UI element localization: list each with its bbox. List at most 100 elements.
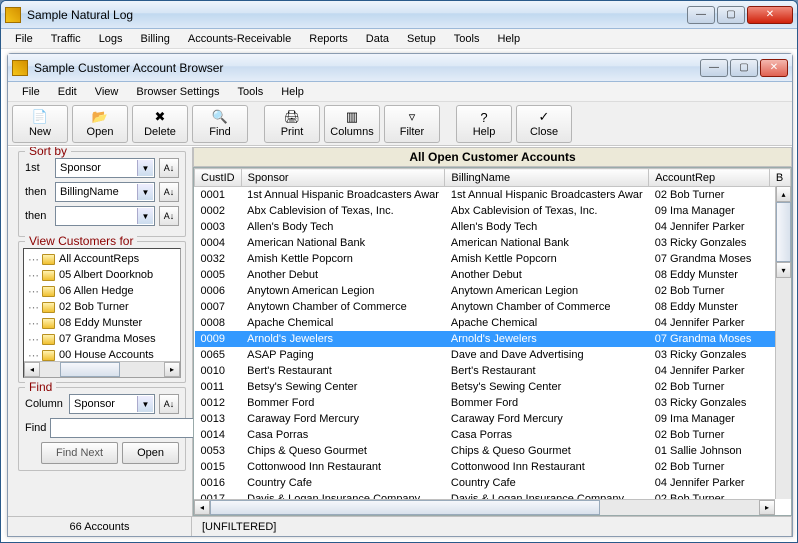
chevron-down-icon[interactable]: ▼ <box>137 208 153 224</box>
close-button[interactable]: ✓Close <box>516 105 572 143</box>
table-row[interactable]: 0005Another DebutAnother Debut08 Eddy Mu… <box>195 267 791 283</box>
menu-help[interactable]: Help <box>273 84 312 100</box>
inner-minimize-button[interactable]: — <box>700 59 728 77</box>
col-sponsor[interactable]: Sponsor <box>241 169 445 187</box>
folder-icon <box>42 254 55 265</box>
menu-reports[interactable]: Reports <box>301 31 356 47</box>
scroll-thumb[interactable] <box>776 202 791 262</box>
menu-edit[interactable]: Edit <box>50 84 85 100</box>
col-billingname[interactable]: BillingName <box>445 169 649 187</box>
app-icon <box>5 7 21 23</box>
tree-item[interactable]: ⋯06 Allen Hedge <box>26 283 178 299</box>
maximize-button[interactable]: ▢ <box>717 6 745 24</box>
scroll-thumb[interactable] <box>60 362 120 377</box>
scroll-left-icon[interactable]: ◂ <box>194 500 210 515</box>
menu-file[interactable]: File <box>14 84 48 100</box>
table-row[interactable]: 0015Cottonwood Inn RestaurantCottonwood … <box>195 459 791 475</box>
table-row[interactable]: 00011st Annual Hispanic Broadcasters Awa… <box>195 187 791 203</box>
chevron-down-icon[interactable]: ▼ <box>137 396 153 412</box>
grid-hscrollbar[interactable]: ◂ ▸ <box>194 499 775 515</box>
chevron-down-icon[interactable]: ▼ <box>137 184 153 200</box>
columns-button[interactable]: ▥Columns <box>324 105 380 143</box>
tree-item[interactable]: ⋯05 Albert Doorknob <box>26 267 178 283</box>
sort-order-button-2[interactable]: A↓ <box>159 206 179 226</box>
sort-combo-0[interactable]: Sponsor▼ <box>55 158 155 178</box>
grid-vscrollbar[interactable]: ▴ ▾ <box>775 186 791 499</box>
scroll-right-icon[interactable]: ▸ <box>164 362 180 377</box>
find-next-button[interactable]: Find Next <box>41 442 118 464</box>
new-button[interactable]: 📄New <box>12 105 68 143</box>
table-row[interactable]: 0007Anytown Chamber of CommerceAnytown C… <box>195 299 791 315</box>
tree-item[interactable]: ⋯All AccountReps <box>26 251 178 267</box>
close-button[interactable]: ✕ <box>747 6 793 24</box>
table-row[interactable]: 0009Arnold's JewelersArnold's Jewelers07… <box>195 331 791 347</box>
tree-hscrollbar[interactable]: ◂ ▸ <box>24 361 180 377</box>
table-row[interactable]: 0014Casa PorrasCasa Porras02 Bob Turner <box>195 427 791 443</box>
tree-item[interactable]: ⋯08 Eddy Munster <box>26 315 178 331</box>
table-row[interactable]: 0053Chips & Queso GourmetChips & Queso G… <box>195 443 791 459</box>
find-column-combo[interactable]: Sponsor ▼ <box>69 394 155 414</box>
find-button[interactable]: 🔍Find <box>192 105 248 143</box>
menu-file[interactable]: File <box>7 31 41 47</box>
find-legend: Find <box>25 380 56 394</box>
table-row[interactable]: 0016Country CafeCountry Cafe04 Jennifer … <box>195 475 791 491</box>
sort-order-button-0[interactable]: A↓ <box>159 158 179 178</box>
outer-titlebar[interactable]: Sample Natural Log — ▢ ✕ <box>1 1 797 29</box>
menu-browser-settings[interactable]: Browser Settings <box>128 84 227 100</box>
help-button[interactable]: ?Help <box>456 105 512 143</box>
table-row[interactable]: 0002Abx Cablevision of Texas, Inc.Abx Ca… <box>195 203 791 219</box>
inner-close-button[interactable]: ✕ <box>760 59 788 77</box>
sort-order-button-1[interactable]: A↓ <box>159 182 179 202</box>
scroll-right-icon[interactable]: ▸ <box>759 500 775 515</box>
menu-logs[interactable]: Logs <box>91 31 131 47</box>
folder-icon <box>42 270 55 281</box>
col-custid[interactable]: CustID <box>195 169 242 187</box>
table-row[interactable]: 0008Apache ChemicalApache Chemical04 Jen… <box>195 315 791 331</box>
scroll-thumb[interactable] <box>210 500 600 515</box>
menu-tools[interactable]: Tools <box>230 84 272 100</box>
print-button[interactable]: 🖨Print <box>264 105 320 143</box>
table-row[interactable]: 0006Anytown American LegionAnytown Ameri… <box>195 283 791 299</box>
scroll-left-icon[interactable]: ◂ <box>24 362 40 377</box>
tree-item[interactable]: ⋯07 Grandma Moses <box>26 331 178 347</box>
menu-data[interactable]: Data <box>358 31 397 47</box>
menu-setup[interactable]: Setup <box>399 31 444 47</box>
delete-button[interactable]: ✖Delete <box>132 105 188 143</box>
col-b[interactable]: B <box>769 169 790 187</box>
sort-combo-2[interactable]: ▼ <box>55 206 155 226</box>
scroll-down-icon[interactable]: ▾ <box>776 262 791 278</box>
table-row[interactable]: 0013Caraway Ford MercuryCaraway Ford Mer… <box>195 411 791 427</box>
menu-traffic[interactable]: Traffic <box>43 31 89 47</box>
accountrep-tree[interactable]: ⋯All AccountReps⋯05 Albert Doorknob⋯06 A… <box>23 248 181 378</box>
table-row[interactable]: 0065ASAP PagingDave and Dave Advertising… <box>195 347 791 363</box>
table-row[interactable]: 0032Amish Kettle PopcornAmish Kettle Pop… <box>195 251 791 267</box>
table-row[interactable]: 0004American National BankAmerican Natio… <box>195 235 791 251</box>
table-row[interactable]: 0010Bert's RestaurantBert's Restaurant04… <box>195 363 791 379</box>
minimize-button[interactable]: — <box>687 6 715 24</box>
tree-item[interactable]: ⋯02 Bob Turner <box>26 299 178 315</box>
grid[interactable]: CustIDSponsorBillingNameAccountRepB 0001… <box>193 167 792 516</box>
col-accountrep[interactable]: AccountRep <box>649 169 770 187</box>
sort-combo-1[interactable]: BillingName▼ <box>55 182 155 202</box>
menu-tools[interactable]: Tools <box>446 31 488 47</box>
delete-icon: ✖ <box>152 109 168 125</box>
find-input[interactable] <box>50 418 202 438</box>
scroll-up-icon[interactable]: ▴ <box>776 186 791 202</box>
table-row[interactable]: 0003Allen's Body TechAllen's Body Tech04… <box>195 219 791 235</box>
find-sort-button[interactable]: A↓ <box>159 394 179 414</box>
open-button[interactable]: 📂Open <box>72 105 128 143</box>
find-icon: 🔍 <box>212 109 228 125</box>
chevron-down-icon[interactable]: ▼ <box>137 160 153 176</box>
menu-view[interactable]: View <box>87 84 127 100</box>
inner-maximize-button[interactable]: ▢ <box>730 59 758 77</box>
browser-icon <box>12 60 28 76</box>
menu-billing[interactable]: Billing <box>133 31 178 47</box>
inner-titlebar[interactable]: Sample Customer Account Browser — ▢ ✕ <box>8 54 792 82</box>
menu-accounts-receivable[interactable]: Accounts-Receivable <box>180 31 299 47</box>
table-row[interactable]: 0011Betsy's Sewing CenterBetsy's Sewing … <box>195 379 791 395</box>
table-row[interactable]: 0012Bommer FordBommer Ford03 Ricky Gonza… <box>195 395 791 411</box>
find-open-button[interactable]: Open <box>122 442 179 464</box>
sort-fieldset: Sort by 1stSponsor▼A↓thenBillingName▼A↓t… <box>18 151 186 237</box>
menu-help[interactable]: Help <box>489 31 528 47</box>
filter-button[interactable]: ▿Filter <box>384 105 440 143</box>
